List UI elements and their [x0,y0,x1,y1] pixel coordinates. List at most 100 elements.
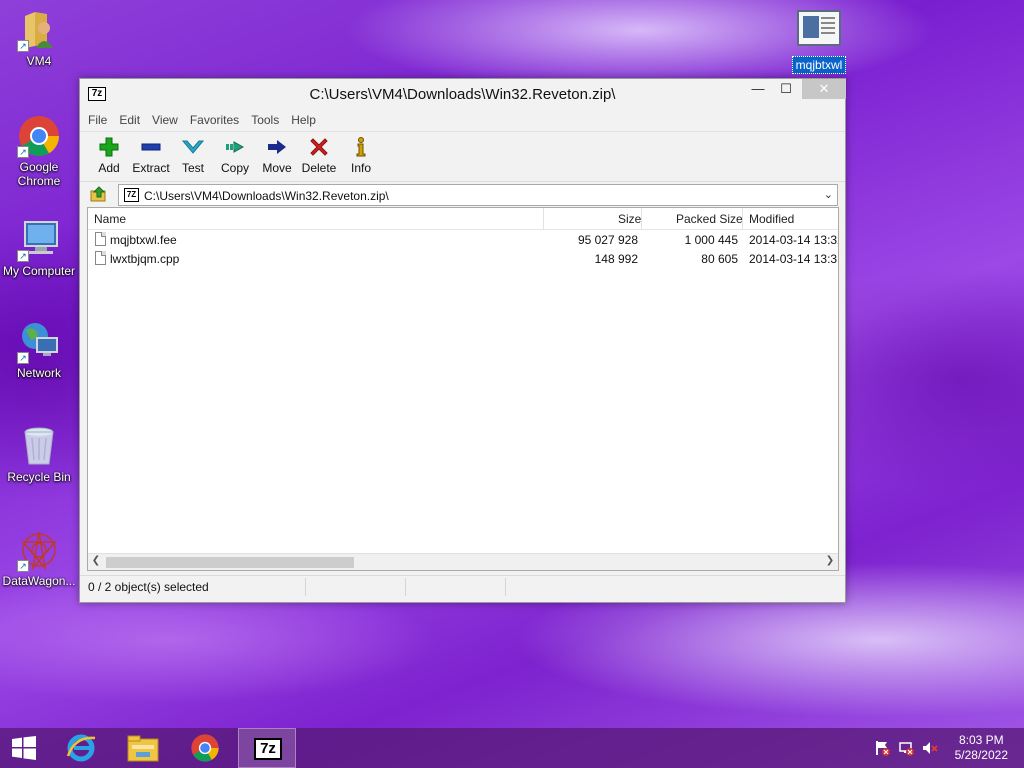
document-icon [797,10,841,46]
file-list: Name Size Packed Size Modified mqjbtxwl.… [87,207,839,571]
desktop-icon-label: Recycle Bin [7,470,71,484]
desktop-icon-label: DataWagon... [2,574,76,588]
maximize-button[interactable]: ☐ [772,79,800,99]
file-size: 148 992 [594,252,638,266]
desktop-icon-my-computer[interactable]: ↗ My Computer [0,218,78,278]
file-name: mqjbtxwl.fee [110,233,177,247]
archive-icon: 7Z [124,188,139,202]
test-label: Test [181,161,204,175]
add-button[interactable]: Add [88,132,130,181]
status-text: 0 / 2 object(s) selected [88,580,209,594]
status-divider [405,578,406,596]
windows-logo-icon [12,736,36,760]
clock-time: 8:03 PM [958,733,1004,747]
address-path: C:\Users\VM4\Downloads\Win32.Reveton.zip… [144,189,389,203]
file-name: lwxtbjqm.cpp [110,252,180,266]
address-bar: 7Z C:\Users\VM4\Downloads\Win32.Reveton.… [80,181,845,207]
system-clock[interactable]: 8:03 PM 5/28/2022 [955,733,1008,763]
column-divider[interactable] [742,208,743,230]
delete-button[interactable]: Delete [298,132,340,181]
clock-date: 5/28/2022 [954,748,1008,762]
title-bar[interactable]: 7z C:\Users\VM4\Downloads\Win32.Reveton.… [80,79,846,109]
extract-button[interactable]: Extract [130,132,172,181]
menu-view[interactable]: View [152,113,178,127]
move-button[interactable]: Move [256,132,298,181]
copy-button[interactable]: Copy [214,132,256,181]
status-bar: 0 / 2 object(s) selected [80,575,845,597]
desktop-icon-label: VM4 [26,54,52,68]
desktop-icon-label-selected[interactable]: mqjbtxwl [791,56,847,74]
menu-bar: File Edit View Favorites Tools Help [80,109,845,131]
info-button[interactable]: Info [340,132,382,181]
taskbar-ie[interactable] [52,728,110,768]
file-explorer-icon [127,735,159,762]
address-input[interactable]: 7Z C:\Users\VM4\Downloads\Win32.Reveton.… [118,184,838,206]
minimize-button[interactable]: — [744,79,772,99]
column-divider[interactable] [543,208,544,230]
taskbar-file-explorer[interactable] [114,728,172,768]
desktop-icon-label: Google Chrome [17,160,61,188]
chevron-down-icon[interactable]: ⌄ [824,188,833,201]
desktop-icon-vm4[interactable]: ↗ VM4 [0,8,78,68]
taskbar-7zip[interactable]: 7z [238,728,296,768]
menu-favorites[interactable]: Favorites [190,113,239,127]
status-divider [305,578,306,596]
menu-file[interactable]: File [88,113,107,127]
extract-label: Extract [132,161,170,175]
file-packed-size: 80 605 [701,252,738,266]
test-button[interactable]: Test [172,132,214,181]
taskbar-chrome[interactable] [176,728,234,768]
shortcut-arrow-icon: ↗ [17,250,29,262]
toolbar: Add Extract Test Copy Move Delete Info [80,131,845,181]
action-center-flag-icon[interactable] [874,740,890,756]
file-modified: 2014-03-14 13:31 [749,252,839,266]
network-tray-icon[interactable] [898,740,914,756]
scroll-right-icon[interactable]: ❯ [822,555,838,566]
shortcut-arrow-icon: ↗ [17,560,29,572]
window-title: C:\Users\VM4\Downloads\Win32.Reveton.zip… [309,86,616,103]
file-modified: 2014-03-14 13:32 [749,233,839,247]
table-row[interactable]: lwxtbjqm.cpp 148 992 80 605 2014-03-14 1… [88,249,838,268]
chrome-icon [191,734,219,762]
folder-up-icon[interactable] [90,185,108,203]
test-icon [182,140,204,154]
add-label: Add [98,161,120,175]
desktop-icon-chrome[interactable]: ↗ Google Chrome [0,114,78,188]
start-button[interactable] [0,728,50,768]
internet-explorer-icon [66,734,96,762]
table-row[interactable]: mqjbtxwl.fee 95 027 928 1 000 445 2014-0… [88,230,838,249]
column-packed-size[interactable]: Packed Size [676,212,743,226]
column-modified[interactable]: Modified [749,212,794,226]
taskbar: 7z 8:03 PM 5/28/2022 [0,728,1024,768]
menu-edit[interactable]: Edit [119,113,140,127]
info-label: Info [350,161,371,175]
move-label: Move [262,161,292,175]
menu-tools[interactable]: Tools [251,113,279,127]
list-header: Name Size Packed Size Modified [88,208,838,230]
desktop-icon-label: My Computer [2,264,76,278]
column-divider[interactable] [641,208,642,230]
desktop-icon-mqjbtxwl[interactable]: mqjbtxwl [790,10,848,74]
recycle-bin-icon [24,427,54,465]
scrollbar-thumb[interactable] [106,557,354,568]
close-button[interactable]: ✕ [802,79,846,99]
desktop-icon-network[interactable]: ↗ Network [0,320,78,380]
delete-icon [310,138,328,156]
file-icon [95,251,106,265]
delete-label: Delete [301,161,337,175]
copy-label: Copy [220,161,249,175]
7zip-taskbar-icon: 7z [254,738,282,760]
extract-icon [141,143,161,151]
volume-muted-icon[interactable] [922,740,938,756]
file-packed-size: 1 000 445 [684,233,738,247]
scroll-left-icon[interactable]: ❮ [88,555,104,566]
column-size[interactable]: Size [618,212,641,226]
desktop-icon-datawagon[interactable]: ↗ DataWagon... [0,528,78,588]
column-name[interactable]: Name [94,212,126,226]
menu-help[interactable]: Help [291,113,316,127]
info-icon [356,137,366,157]
7zip-window: 7z C:\Users\VM4\Downloads\Win32.Reveton.… [79,78,846,603]
add-icon [99,137,119,157]
horizontal-scrollbar[interactable]: ❮ ❯ [88,553,838,570]
desktop-icon-recycle-bin[interactable]: Recycle Bin [0,424,78,484]
